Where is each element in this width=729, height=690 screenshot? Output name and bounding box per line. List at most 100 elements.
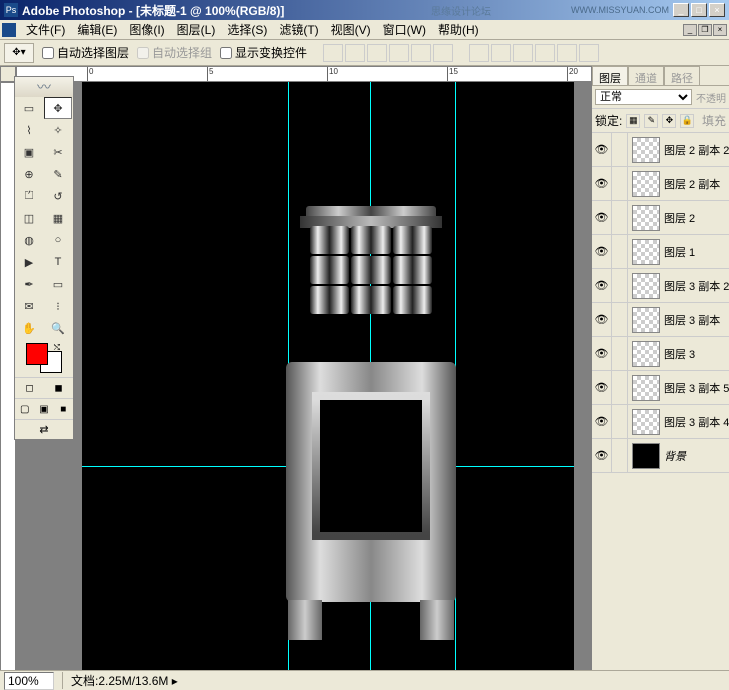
layer-link-cell[interactable] xyxy=(612,303,628,337)
dist-vcenter-button[interactable] xyxy=(491,44,511,62)
tab-channels[interactable]: 通道 xyxy=(628,66,664,85)
menu-edit[interactable]: 编辑(E) xyxy=(71,19,123,40)
marquee-tool[interactable]: ▭ xyxy=(15,97,43,119)
menu-view[interactable]: 视图(V) xyxy=(325,19,377,40)
layer-name-label[interactable]: 图层 3 副本 5 xyxy=(664,380,729,396)
pen-tool[interactable]: ✒ xyxy=(15,273,43,295)
layer-link-cell[interactable] xyxy=(612,337,628,371)
lock-position-icon[interactable]: ✥ xyxy=(662,114,676,128)
healing-tool[interactable]: ⊕ xyxy=(15,163,43,185)
dodge-tool[interactable]: ○ xyxy=(44,229,72,251)
stamp-tool[interactable]: ⏍ xyxy=(15,185,43,207)
standard-mode-button[interactable]: ◻ xyxy=(15,378,44,398)
menu-file[interactable]: 文件(F) xyxy=(20,19,71,40)
minimize-button[interactable]: _ xyxy=(673,3,689,17)
jump-to-imageready[interactable]: ⇄ xyxy=(15,419,73,439)
layer-name-label[interactable]: 图层 2 副本 xyxy=(664,176,729,192)
layer-link-cell[interactable] xyxy=(612,269,628,303)
align-top-button[interactable] xyxy=(323,44,343,62)
tab-paths[interactable]: 路径 xyxy=(664,66,700,85)
visibility-eye-icon[interactable]: 👁 xyxy=(592,405,612,439)
layer-thumbnail[interactable] xyxy=(632,409,660,435)
dist-bottom-button[interactable] xyxy=(513,44,533,62)
toolbox-header[interactable]: 〰 xyxy=(15,77,73,97)
visibility-eye-icon[interactable]: 👁 xyxy=(592,371,612,405)
zoom-tool[interactable]: 🔍 xyxy=(44,317,72,339)
layer-name-label[interactable]: 背景 xyxy=(664,448,729,464)
lock-pixels-icon[interactable]: ✎ xyxy=(644,114,658,128)
screen-full-menubar-button[interactable]: ▣ xyxy=(34,399,53,419)
layer-row[interactable]: 👁图层 3 副本 xyxy=(592,303,729,337)
layer-row[interactable]: 👁图层 3 副本 2 xyxy=(592,269,729,303)
layer-thumbnail[interactable] xyxy=(632,443,660,469)
visibility-eye-icon[interactable]: 👁 xyxy=(592,133,612,167)
tool-preset-picker[interactable]: ✥▾ xyxy=(4,43,34,63)
slice-tool[interactable]: ✂ xyxy=(44,141,72,163)
layer-row[interactable]: 👁 图层 3 副本 4 xyxy=(592,405,729,439)
visibility-eye-icon[interactable]: 👁 xyxy=(592,167,612,201)
layer-thumbnail[interactable] xyxy=(632,273,660,299)
menu-image[interactable]: 图像(I) xyxy=(123,19,170,40)
doc-close-button[interactable]: × xyxy=(713,24,727,36)
menu-layer[interactable]: 图层(L) xyxy=(171,19,222,40)
quickmask-mode-button[interactable]: ◼ xyxy=(44,378,73,398)
dist-hcenter-button[interactable] xyxy=(557,44,577,62)
visibility-eye-icon[interactable]: 👁 xyxy=(592,269,612,303)
doc-size-info[interactable]: 文档:2.25M/13.6M ▸ xyxy=(62,672,178,689)
layer-row[interactable]: 👁 背景 xyxy=(592,439,729,473)
menu-filter[interactable]: 滤镜(T) xyxy=(273,19,324,40)
notes-tool[interactable]: ✉ xyxy=(15,295,43,317)
dist-left-button[interactable] xyxy=(535,44,555,62)
dist-top-button[interactable] xyxy=(469,44,489,62)
layer-link-cell[interactable] xyxy=(612,235,628,269)
crop-tool[interactable]: ▣ xyxy=(15,141,43,163)
layer-link-cell[interactable] xyxy=(612,439,628,473)
doc-minimize-button[interactable]: _ xyxy=(683,24,697,36)
shape-tool[interactable]: ▭ xyxy=(44,273,72,295)
auto-select-group-checkbox[interactable]: 自动选择组 xyxy=(137,44,212,61)
layer-thumbnail[interactable] xyxy=(632,171,660,197)
close-button[interactable]: × xyxy=(709,3,725,17)
layer-name-label[interactable]: 图层 3 xyxy=(664,346,729,362)
wand-tool[interactable]: ✧ xyxy=(44,119,72,141)
layer-thumbnail[interactable] xyxy=(632,205,660,231)
screen-standard-button[interactable]: ▢ xyxy=(15,399,34,419)
layer-thumbnail[interactable] xyxy=(632,137,660,163)
layer-link-cell[interactable] xyxy=(612,167,628,201)
show-transform-checkbox[interactable]: 显示变换控件 xyxy=(220,44,307,61)
eraser-tool[interactable]: ◫ xyxy=(15,207,43,229)
layer-row[interactable]: 👁 图层 2 副本 xyxy=(592,167,729,201)
layer-link-cell[interactable] xyxy=(612,405,628,439)
menu-help[interactable]: 帮助(H) xyxy=(432,19,485,40)
layer-list[interactable]: 👁图层 2 副本 2👁图层 2 副本👁图层 2👁图层 1👁图层 3 副本 2👁图… xyxy=(592,133,729,473)
align-vcenter-button[interactable] xyxy=(345,44,365,62)
align-left-button[interactable] xyxy=(389,44,409,62)
layer-row[interactable]: 👁 图层 2 xyxy=(592,201,729,235)
align-hcenter-button[interactable] xyxy=(411,44,431,62)
visibility-eye-icon[interactable]: 👁 xyxy=(592,303,612,337)
lock-all-icon[interactable]: 🔒 xyxy=(680,114,694,128)
layer-link-cell[interactable] xyxy=(612,371,628,405)
history-brush-tool[interactable]: ↺ xyxy=(44,185,72,207)
layer-name-label[interactable]: 图层 3 副本 4 xyxy=(664,414,729,430)
hand-tool[interactable]: ✋ xyxy=(15,317,43,339)
gradient-tool[interactable]: ▦ xyxy=(44,207,72,229)
layer-row[interactable]: 👁 图层 3 副本 5 xyxy=(592,371,729,405)
canvas-viewport[interactable] xyxy=(16,82,591,690)
layer-row[interactable]: 👁图层 1 xyxy=(592,235,729,269)
doc-restore-button[interactable]: ❐ xyxy=(698,24,712,36)
layer-name-label[interactable]: 图层 2 xyxy=(664,210,729,226)
layer-thumbnail[interactable] xyxy=(632,307,660,333)
type-tool[interactable]: T xyxy=(44,251,72,273)
eyedropper-tool[interactable]: ⁝ xyxy=(44,295,72,317)
visibility-eye-icon[interactable]: 👁 xyxy=(592,337,612,371)
layer-name-label[interactable]: 图层 1 xyxy=(664,244,729,260)
layer-name-label[interactable]: 图层 2 副本 2 xyxy=(664,142,729,158)
layer-thumbnail[interactable] xyxy=(632,239,660,265)
tab-layers[interactable]: 图层 xyxy=(592,66,628,85)
align-bottom-button[interactable] xyxy=(367,44,387,62)
align-right-button[interactable] xyxy=(433,44,453,62)
visibility-eye-icon[interactable]: 👁 xyxy=(592,439,612,473)
layer-link-cell[interactable] xyxy=(612,201,628,235)
visibility-eye-icon[interactable]: 👁 xyxy=(592,201,612,235)
